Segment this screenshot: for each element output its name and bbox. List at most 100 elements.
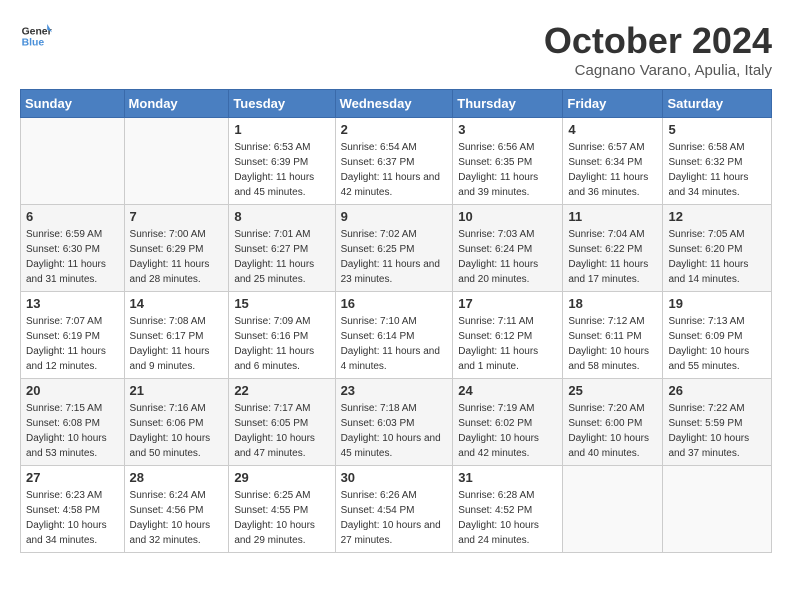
day-info: Sunrise: 7:10 AM Sunset: 6:14 PM Dayligh… <box>341 314 448 374</box>
calendar-header-cell: Sunday <box>21 90 125 118</box>
calendar-cell: 5 Sunrise: 6:58 AM Sunset: 6:32 PM Daylig… <box>663 118 772 205</box>
day-number: 27 <box>26 470 119 485</box>
day-number: 6 <box>26 209 119 224</box>
calendar-cell: 31Sunrise: 6:28 AM Sunset: 4:52 PM Dayli… <box>453 466 563 553</box>
calendar-cell: 11 Sunrise: 7:04 AM Sunset: 6:22 PM Dayli… <box>563 205 663 292</box>
day-info: Sunrise: 7:22 AM Sunset: 5:59 PM Dayligh… <box>668 401 766 461</box>
day-info: Sunrise: 7:00 AM Sunset: 6:29 PM Dayligh… <box>130 227 224 287</box>
page-header: General Blue October 2024 Cagnano Varano… <box>20 20 772 79</box>
calendar-cell: 27 Sunrise: 6:23 AM Sunset: 4:58 PM Dayli… <box>21 466 125 553</box>
day-number: 12 <box>668 209 766 224</box>
location-subtitle: Cagnano Varano, Apulia, Italy <box>544 62 772 79</box>
day-number: 7 <box>130 209 224 224</box>
day-number: 9 <box>341 209 448 224</box>
calendar-cell: 7 Sunrise: 7:00 AM Sunset: 6:29 PM Daylig… <box>124 205 229 292</box>
day-info: Sunrise: 7:12 AM Sunset: 6:11 PM Dayligh… <box>568 314 657 374</box>
calendar-cell: 1 Sunrise: 6:53 AM Sunset: 6:39 PM Daylig… <box>229 118 335 205</box>
day-info: Sunrise: 6:58 AM Sunset: 6:32 PM Dayligh… <box>668 140 766 200</box>
day-info: Sunrise: 7:09 AM Sunset: 6:16 PM Dayligh… <box>234 314 329 374</box>
day-number: 25 <box>568 383 657 398</box>
day-number: 18 <box>568 296 657 311</box>
day-number: 1 <box>234 122 329 137</box>
day-info: Sunrise: 7:03 AM Sunset: 6:24 PM Dayligh… <box>458 227 557 287</box>
day-number: 16 <box>341 296 448 311</box>
month-title: October 2024 <box>544 20 772 62</box>
calendar-cell <box>124 118 229 205</box>
calendar-cell: 18 Sunrise: 7:12 AM Sunset: 6:11 PM Dayli… <box>563 292 663 379</box>
calendar-cell: 23 Sunrise: 7:18 AM Sunset: 6:03 PM Dayli… <box>335 379 453 466</box>
day-info: Sunrise: 7:15 AM Sunset: 6:08 PM Dayligh… <box>26 401 119 461</box>
day-number: 20 <box>26 383 119 398</box>
calendar-cell: 28Sunrise: 6:24 AM Sunset: 4:56 PM Dayli… <box>124 466 229 553</box>
day-info: Sunrise: 6:54 AM Sunset: 6:37 PM Dayligh… <box>341 140 448 200</box>
calendar-cell: 16 Sunrise: 7:10 AM Sunset: 6:14 PM Dayli… <box>335 292 453 379</box>
day-number: 21 <box>130 383 224 398</box>
day-number: 31 <box>458 470 557 485</box>
day-number: 23 <box>341 383 448 398</box>
calendar-cell: 30Sunrise: 6:26 AM Sunset: 4:54 PM Dayli… <box>335 466 453 553</box>
day-number: 4 <box>568 122 657 137</box>
day-info: Sunrise: 7:04 AM Sunset: 6:22 PM Dayligh… <box>568 227 657 287</box>
calendar-cell: 29Sunrise: 6:25 AM Sunset: 4:55 PM Dayli… <box>229 466 335 553</box>
calendar-cell: 14Sunrise: 7:08 AM Sunset: 6:17 PM Dayli… <box>124 292 229 379</box>
calendar-cell: 10 Sunrise: 7:03 AM Sunset: 6:24 PM Dayli… <box>453 205 563 292</box>
calendar-table: SundayMondayTuesdayWednesdayThursdayFrid… <box>20 89 772 553</box>
calendar-cell: 3Sunrise: 6:56 AM Sunset: 6:35 PM Daylig… <box>453 118 563 205</box>
day-number: 5 <box>668 122 766 137</box>
calendar-cell: 19Sunrise: 7:13 AM Sunset: 6:09 PM Dayli… <box>663 292 772 379</box>
calendar-cell: 25Sunrise: 7:20 AM Sunset: 6:00 PM Dayli… <box>563 379 663 466</box>
day-number: 17 <box>458 296 557 311</box>
calendar-body: 1 Sunrise: 6:53 AM Sunset: 6:39 PM Daylig… <box>21 118 772 553</box>
calendar-header-cell: Saturday <box>663 90 772 118</box>
day-number: 22 <box>234 383 329 398</box>
calendar-header-cell: Wednesday <box>335 90 453 118</box>
title-block: October 2024 Cagnano Varano, Apulia, Ita… <box>544 20 772 79</box>
day-number: 19 <box>668 296 766 311</box>
logo: General Blue <box>20 20 52 52</box>
day-info: Sunrise: 6:26 AM Sunset: 4:54 PM Dayligh… <box>341 488 448 548</box>
day-info: Sunrise: 7:05 AM Sunset: 6:20 PM Dayligh… <box>668 227 766 287</box>
calendar-cell: 8Sunrise: 7:01 AM Sunset: 6:27 PM Daylig… <box>229 205 335 292</box>
day-info: Sunrise: 7:11 AM Sunset: 6:12 PM Dayligh… <box>458 314 557 374</box>
calendar-cell: 22 Sunrise: 7:17 AM Sunset: 6:05 PM Dayli… <box>229 379 335 466</box>
day-info: Sunrise: 7:19 AM Sunset: 6:02 PM Dayligh… <box>458 401 557 461</box>
day-info: Sunrise: 6:23 AM Sunset: 4:58 PM Dayligh… <box>26 488 119 548</box>
calendar-header-cell: Friday <box>563 90 663 118</box>
calendar-cell: 2 Sunrise: 6:54 AM Sunset: 6:37 PM Daylig… <box>335 118 453 205</box>
calendar-header-cell: Monday <box>124 90 229 118</box>
calendar-cell <box>663 466 772 553</box>
day-number: 10 <box>458 209 557 224</box>
day-info: Sunrise: 6:59 AM Sunset: 6:30 PM Dayligh… <box>26 227 119 287</box>
calendar-cell: 15 Sunrise: 7:09 AM Sunset: 6:16 PM Dayli… <box>229 292 335 379</box>
calendar-cell: 12 Sunrise: 7:05 AM Sunset: 6:20 PM Dayli… <box>663 205 772 292</box>
day-info: Sunrise: 6:53 AM Sunset: 6:39 PM Dayligh… <box>234 140 329 200</box>
calendar-cell: 17 Sunrise: 7:11 AM Sunset: 6:12 PM Dayli… <box>453 292 563 379</box>
day-number: 11 <box>568 209 657 224</box>
calendar-week-row: 20 Sunrise: 7:15 AM Sunset: 6:08 PM Dayli… <box>21 379 772 466</box>
day-info: Sunrise: 7:16 AM Sunset: 6:06 PM Dayligh… <box>130 401 224 461</box>
calendar-cell: 6 Sunrise: 6:59 AM Sunset: 6:30 PM Daylig… <box>21 205 125 292</box>
calendar-week-row: 27 Sunrise: 6:23 AM Sunset: 4:58 PM Dayli… <box>21 466 772 553</box>
day-number: 2 <box>341 122 448 137</box>
day-number: 15 <box>234 296 329 311</box>
day-info: Sunrise: 7:01 AM Sunset: 6:27 PM Dayligh… <box>234 227 329 287</box>
calendar-cell <box>563 466 663 553</box>
calendar-cell: 13Sunrise: 7:07 AM Sunset: 6:19 PM Dayli… <box>21 292 125 379</box>
calendar-header-cell: Tuesday <box>229 90 335 118</box>
svg-text:Blue: Blue <box>22 38 45 49</box>
day-number: 3 <box>458 122 557 137</box>
calendar-cell: 24 Sunrise: 7:19 AM Sunset: 6:02 PM Dayli… <box>453 379 563 466</box>
day-number: 14 <box>130 296 224 311</box>
calendar-cell: 4Sunrise: 6:57 AM Sunset: 6:34 PM Daylig… <box>563 118 663 205</box>
day-number: 24 <box>458 383 557 398</box>
day-info: Sunrise: 6:24 AM Sunset: 4:56 PM Dayligh… <box>130 488 224 548</box>
day-info: Sunrise: 7:17 AM Sunset: 6:05 PM Dayligh… <box>234 401 329 461</box>
day-info: Sunrise: 7:18 AM Sunset: 6:03 PM Dayligh… <box>341 401 448 461</box>
calendar-header-cell: Thursday <box>453 90 563 118</box>
calendar-cell: 20 Sunrise: 7:15 AM Sunset: 6:08 PM Dayli… <box>21 379 125 466</box>
calendar-cell: 21 Sunrise: 7:16 AM Sunset: 6:06 PM Dayli… <box>124 379 229 466</box>
day-info: Sunrise: 7:07 AM Sunset: 6:19 PM Dayligh… <box>26 314 119 374</box>
calendar-header-row: SundayMondayTuesdayWednesdayThursdayFrid… <box>21 90 772 118</box>
calendar-cell: 9Sunrise: 7:02 AM Sunset: 6:25 PM Daylig… <box>335 205 453 292</box>
calendar-week-row: 6 Sunrise: 6:59 AM Sunset: 6:30 PM Daylig… <box>21 205 772 292</box>
